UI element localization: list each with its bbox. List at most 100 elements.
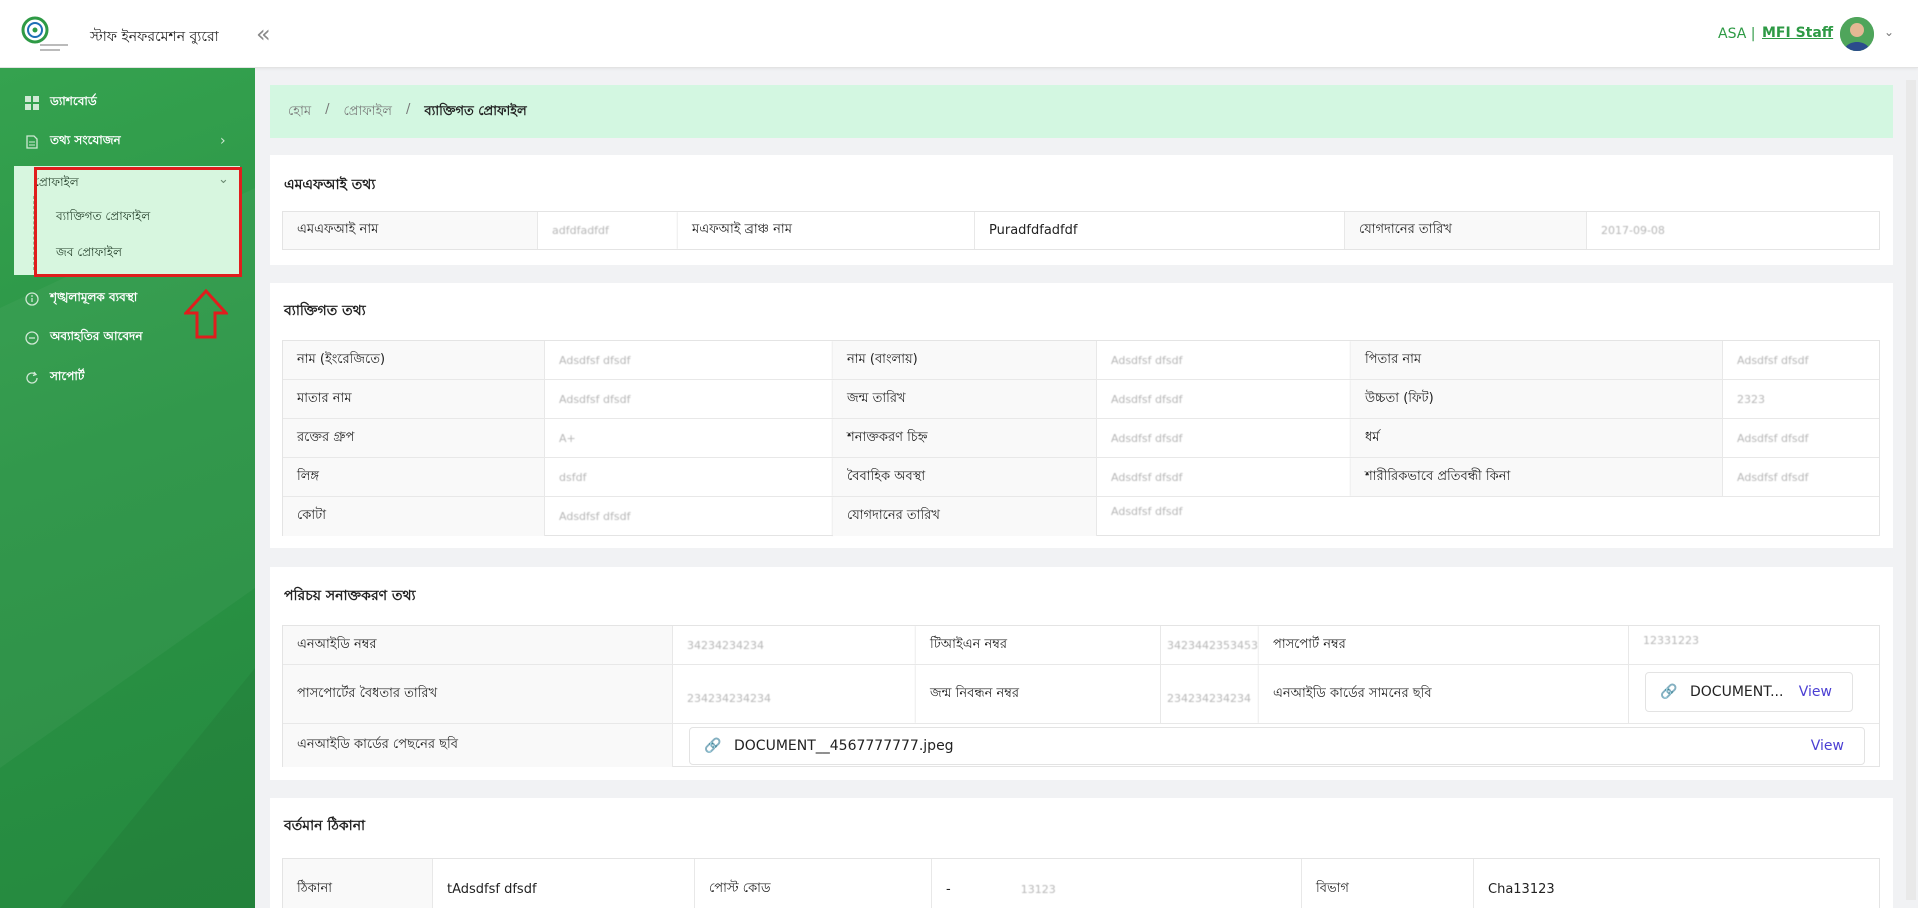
- label-cell: মাতার নাম: [283, 380, 545, 418]
- post-code-value: 13123: [1020, 882, 1056, 896]
- value-cell: tAdsdfsf dfsdf: [433, 859, 695, 908]
- document-name: DOCUMENT...: [1690, 684, 1784, 700]
- value-cell: Adsdfsf dfsdf: [1097, 419, 1351, 457]
- table-row: এমএফআই নাম adfdfadfdf মএফআই ব্রাঞ্চ নাম …: [283, 212, 1879, 249]
- sidebar-item-resignation[interactable]: অব্যাহতির আবেদন: [24, 327, 143, 349]
- sidebar-item-dashboard[interactable]: ড্যাশবোর্ড: [24, 92, 97, 114]
- value-cell: Cha13123: [1488, 881, 1555, 897]
- collapse-sidebar-icon[interactable]: «: [256, 20, 271, 48]
- label-cell: পিতার নাম: [1351, 341, 1723, 379]
- chevron-right-icon[interactable]: ›: [220, 133, 226, 149]
- sidebar-item-label: ড্যাশবোর্ড: [50, 94, 97, 108]
- role-link[interactable]: MFI Staff: [1762, 25, 1833, 41]
- personal-info-table: নাম (ইংরেজিতে) Adsdfsf dfsdf নাম (বাংলায…: [282, 340, 1880, 536]
- table-row: এনআইডি কার্ডের পেছনের ছবি 🔗 DOCUMENT__45…: [283, 724, 1879, 767]
- paperclip-icon: 🔗: [704, 738, 722, 754]
- section-title: এমএফআই তথ্য: [284, 177, 376, 193]
- sidebar-item-label: তথ্য সংযোজন: [50, 133, 121, 147]
- sidebar-item-disciplinary-action[interactable]: শৃঙ্খলামূলক ব্যবস্থা: [24, 288, 137, 310]
- label-cell: শারীরিকভাবে প্রতিবন্ধী কিনা: [1351, 458, 1723, 496]
- nid-front-document[interactable]: 🔗 DOCUMENT... View: [1645, 672, 1853, 712]
- app-title: স্টাফ ইনফরমেশন ব্যুরো: [90, 29, 219, 45]
- view-link[interactable]: View: [1811, 738, 1844, 754]
- label-cell: পাসপোর্টের বৈধতার তারিখ: [283, 665, 673, 723]
- breadcrumb-current: ব্যাক্তিগত প্রোফাইল: [424, 104, 527, 119]
- value-cell: 🔗 DOCUMENT... View: [1629, 665, 1881, 723]
- label-cell: বৈবাহিক অবস্থা: [833, 458, 1097, 496]
- org-name: ASA |: [1718, 26, 1756, 42]
- table-row: এনআইডি নম্বর 34234234234 টিআইএন নম্বর 34…: [283, 626, 1879, 665]
- value-cell: 2323: [1737, 392, 1765, 406]
- view-link[interactable]: View: [1799, 684, 1832, 700]
- label-cell: পোস্ট কোড: [695, 859, 932, 908]
- label-cell: মএফআই ব্রাঞ্চ নাম: [678, 212, 975, 249]
- up-arrow-icon: [184, 289, 228, 339]
- section-title: ব্যাক্তিগত তথ্য: [284, 303, 366, 319]
- value-cell: Adsdfsf dfsdf: [1737, 431, 1809, 445]
- label-cell: এনআইডি নম্বর: [283, 626, 673, 664]
- label-cell: রক্তের গ্রুপ: [283, 419, 545, 457]
- value-cell: 2017-09-08: [1601, 224, 1665, 237]
- value-cell: Adsdfsf dfsdf: [545, 341, 833, 379]
- value-cell: - 13123: [932, 859, 1302, 908]
- table-row: নাম (ইংরেজিতে) Adsdfsf dfsdf নাম (বাংলায…: [283, 341, 1879, 380]
- address-table: ঠিকানা tAdsdfsf dfsdf পোস্ট কোড - 13123 …: [282, 858, 1880, 908]
- table-row: পাসপোর্টের বৈধতার তারিখ 234234234234 জন্…: [283, 665, 1879, 724]
- label-cell: বিভাগ: [1302, 859, 1474, 908]
- value-cell: Adsdfsf dfsdf: [1737, 470, 1809, 484]
- table-row: ঠিকানা tAdsdfsf dfsdf পোস্ট কোড - 13123 …: [283, 859, 1879, 908]
- table-row: কোটা Adsdfsf dfsdf যোগদানের তারিখ Adsdfs…: [283, 497, 1879, 536]
- label-cell: ঠিকানা: [283, 859, 433, 908]
- info-icon: [24, 291, 40, 307]
- table-row: রক্তের গ্রুপ A+ শনাক্তকরণ চিহ্ন Adsdfsf …: [283, 419, 1879, 458]
- sidebar-item-label: অব্যাহতির আবেদন: [50, 329, 143, 343]
- sidebar-item-label: সাপোর্ট: [50, 369, 85, 383]
- value-cell: Puradfdfadfdf: [975, 212, 1345, 249]
- label-cell: কোটা: [283, 497, 545, 536]
- avatar[interactable]: [1840, 17, 1874, 51]
- sidebar-item-support[interactable]: সাপোর্ট: [24, 367, 84, 389]
- scrollbar[interactable]: [1906, 80, 1916, 900]
- paperclip-icon: 🔗: [1660, 684, 1678, 700]
- label-cell: জন্ম নিবন্ধন নম্বর: [916, 665, 1161, 723]
- value-cell: 🔗 DOCUMENT__4567777777.jpeg View: [673, 724, 1881, 767]
- refresh-icon: [24, 370, 40, 386]
- highlight-box: [34, 167, 242, 277]
- breadcrumb-profile[interactable]: প্রোফাইল: [343, 102, 391, 123]
- nid-back-document[interactable]: 🔗 DOCUMENT__4567777777.jpeg View: [689, 727, 1865, 765]
- sidebar-item-label: শৃঙ্খলামূলক ব্যবস্থা: [50, 290, 138, 304]
- label-cell: যোগদানের তারিখ: [833, 497, 1097, 536]
- chevron-down-icon[interactable]: ⌄: [1884, 25, 1894, 39]
- breadcrumb-separator: /: [405, 102, 411, 117]
- value-cell: Adsdfsf dfsdf: [1111, 505, 1183, 518]
- value-cell: Adsdfsf dfsdf: [1097, 380, 1351, 418]
- label-cell: লিঙ্গ: [283, 458, 545, 496]
- label-cell: এনআইডি কার্ডের সামনের ছবি: [1259, 665, 1629, 723]
- value-cell: 234234234234: [1161, 665, 1259, 723]
- value-cell: Adsdfsf dfsdf: [545, 497, 833, 536]
- mfi-info-card: এমএফআই তথ্য এমএফআই নাম adfdfadfdf মএফআই …: [270, 155, 1893, 265]
- value-cell: Adsdfsf dfsdf: [545, 380, 833, 418]
- label-cell: এনআইডি কার্ডের পেছনের ছবি: [283, 724, 673, 767]
- dashboard-icon: [24, 95, 40, 111]
- top-header: স্টাফ ইনফরমেশন ব্যুরো « ASA | MFI Staff …: [0, 0, 1918, 68]
- label-cell: জন্ম তারিখ: [833, 380, 1097, 418]
- breadcrumb-bar: হোম / প্রোফাইল / ব্যাক্তিগত প্রোফাইল: [270, 85, 1893, 138]
- sidebar-item-data-entry[interactable]: তথ্য সংযোজন: [24, 131, 234, 153]
- document-name: DOCUMENT__4567777777.jpeg: [734, 738, 954, 754]
- label-cell: পাসপোর্ট নম্বর: [1259, 626, 1629, 664]
- label-cell: নাম (বাংলায়): [833, 341, 1097, 379]
- value-cell: Adsdfsf dfsdf: [1097, 458, 1351, 496]
- personal-info-card: ব্যাক্তিগত তথ্য নাম (ইংরেজিতে) Adsdfsf d…: [270, 283, 1893, 548]
- identity-info-table: এনআইডি নম্বর 34234234234 টিআইএন নম্বর 34…: [282, 625, 1880, 767]
- value-cell: 34234423534534534: [1161, 626, 1259, 664]
- label-cell: এমএফআই নাম: [283, 212, 538, 249]
- value-cell: adfdfadfdf: [538, 212, 678, 249]
- document-icon: [24, 134, 40, 150]
- label-cell: নাম (ইংরেজিতে): [283, 341, 545, 379]
- value-cell: 34234234234: [673, 626, 916, 664]
- value-cell: A+: [545, 419, 833, 457]
- value-cell: dsfdf: [545, 458, 833, 496]
- breadcrumb-home[interactable]: হোম: [288, 102, 311, 123]
- label-cell: ধর্ম: [1351, 419, 1723, 457]
